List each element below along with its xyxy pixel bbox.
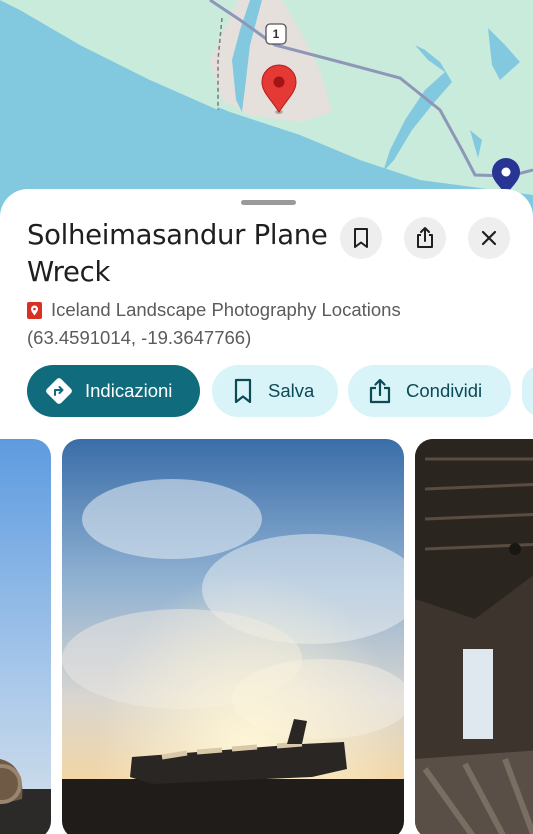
- save-button[interactable]: Salva: [212, 365, 338, 417]
- photo-carousel[interactable]: [0, 439, 533, 834]
- road-number: 1: [272, 27, 280, 41]
- photo-thumbnail[interactable]: [415, 439, 533, 834]
- landscape-photo: [0, 439, 51, 834]
- place-title: Solheimasandur Plane Wreck: [27, 219, 328, 288]
- bookmark-icon: [234, 378, 252, 404]
- photo-thumbnail[interactable]: [0, 439, 51, 834]
- directions-button[interactable]: Indicazioni: [27, 365, 200, 417]
- close-icon: [481, 230, 497, 246]
- list-info-row[interactable]: Iceland Landscape Photography Locations: [27, 299, 401, 321]
- photo-main[interactable]: [62, 439, 404, 834]
- list-pin-icon: [27, 301, 42, 319]
- fuselage-interior-photo: [415, 439, 533, 834]
- close-button[interactable]: [468, 217, 510, 259]
- plane-wreck-photo: [62, 439, 404, 834]
- action-chips: Indicazioni Salva Condividi: [27, 365, 533, 417]
- more-actions-chip[interactable]: [522, 365, 533, 417]
- list-name: Iceland Landscape Photography Locations: [51, 299, 401, 320]
- share-icon: [417, 227, 433, 248]
- share-button[interactable]: Condividi: [348, 365, 511, 417]
- sheet-drag-handle[interactable]: [241, 200, 296, 205]
- save-icon-button[interactable]: [340, 217, 382, 259]
- coordinates: (63.4591014, -19.3647766): [27, 327, 252, 348]
- save-label: Salva: [268, 380, 315, 401]
- directions-label: Indicazioni: [85, 380, 173, 401]
- share-label: Condividi: [406, 380, 483, 401]
- bookmark-icon: [354, 228, 368, 248]
- share-icon: [369, 378, 391, 404]
- directions-icon: [46, 378, 72, 404]
- share-icon-button[interactable]: [404, 217, 446, 259]
- place-bottom-sheet: Solheimasandur Plane Wreck Iceland Lands…: [0, 189, 533, 834]
